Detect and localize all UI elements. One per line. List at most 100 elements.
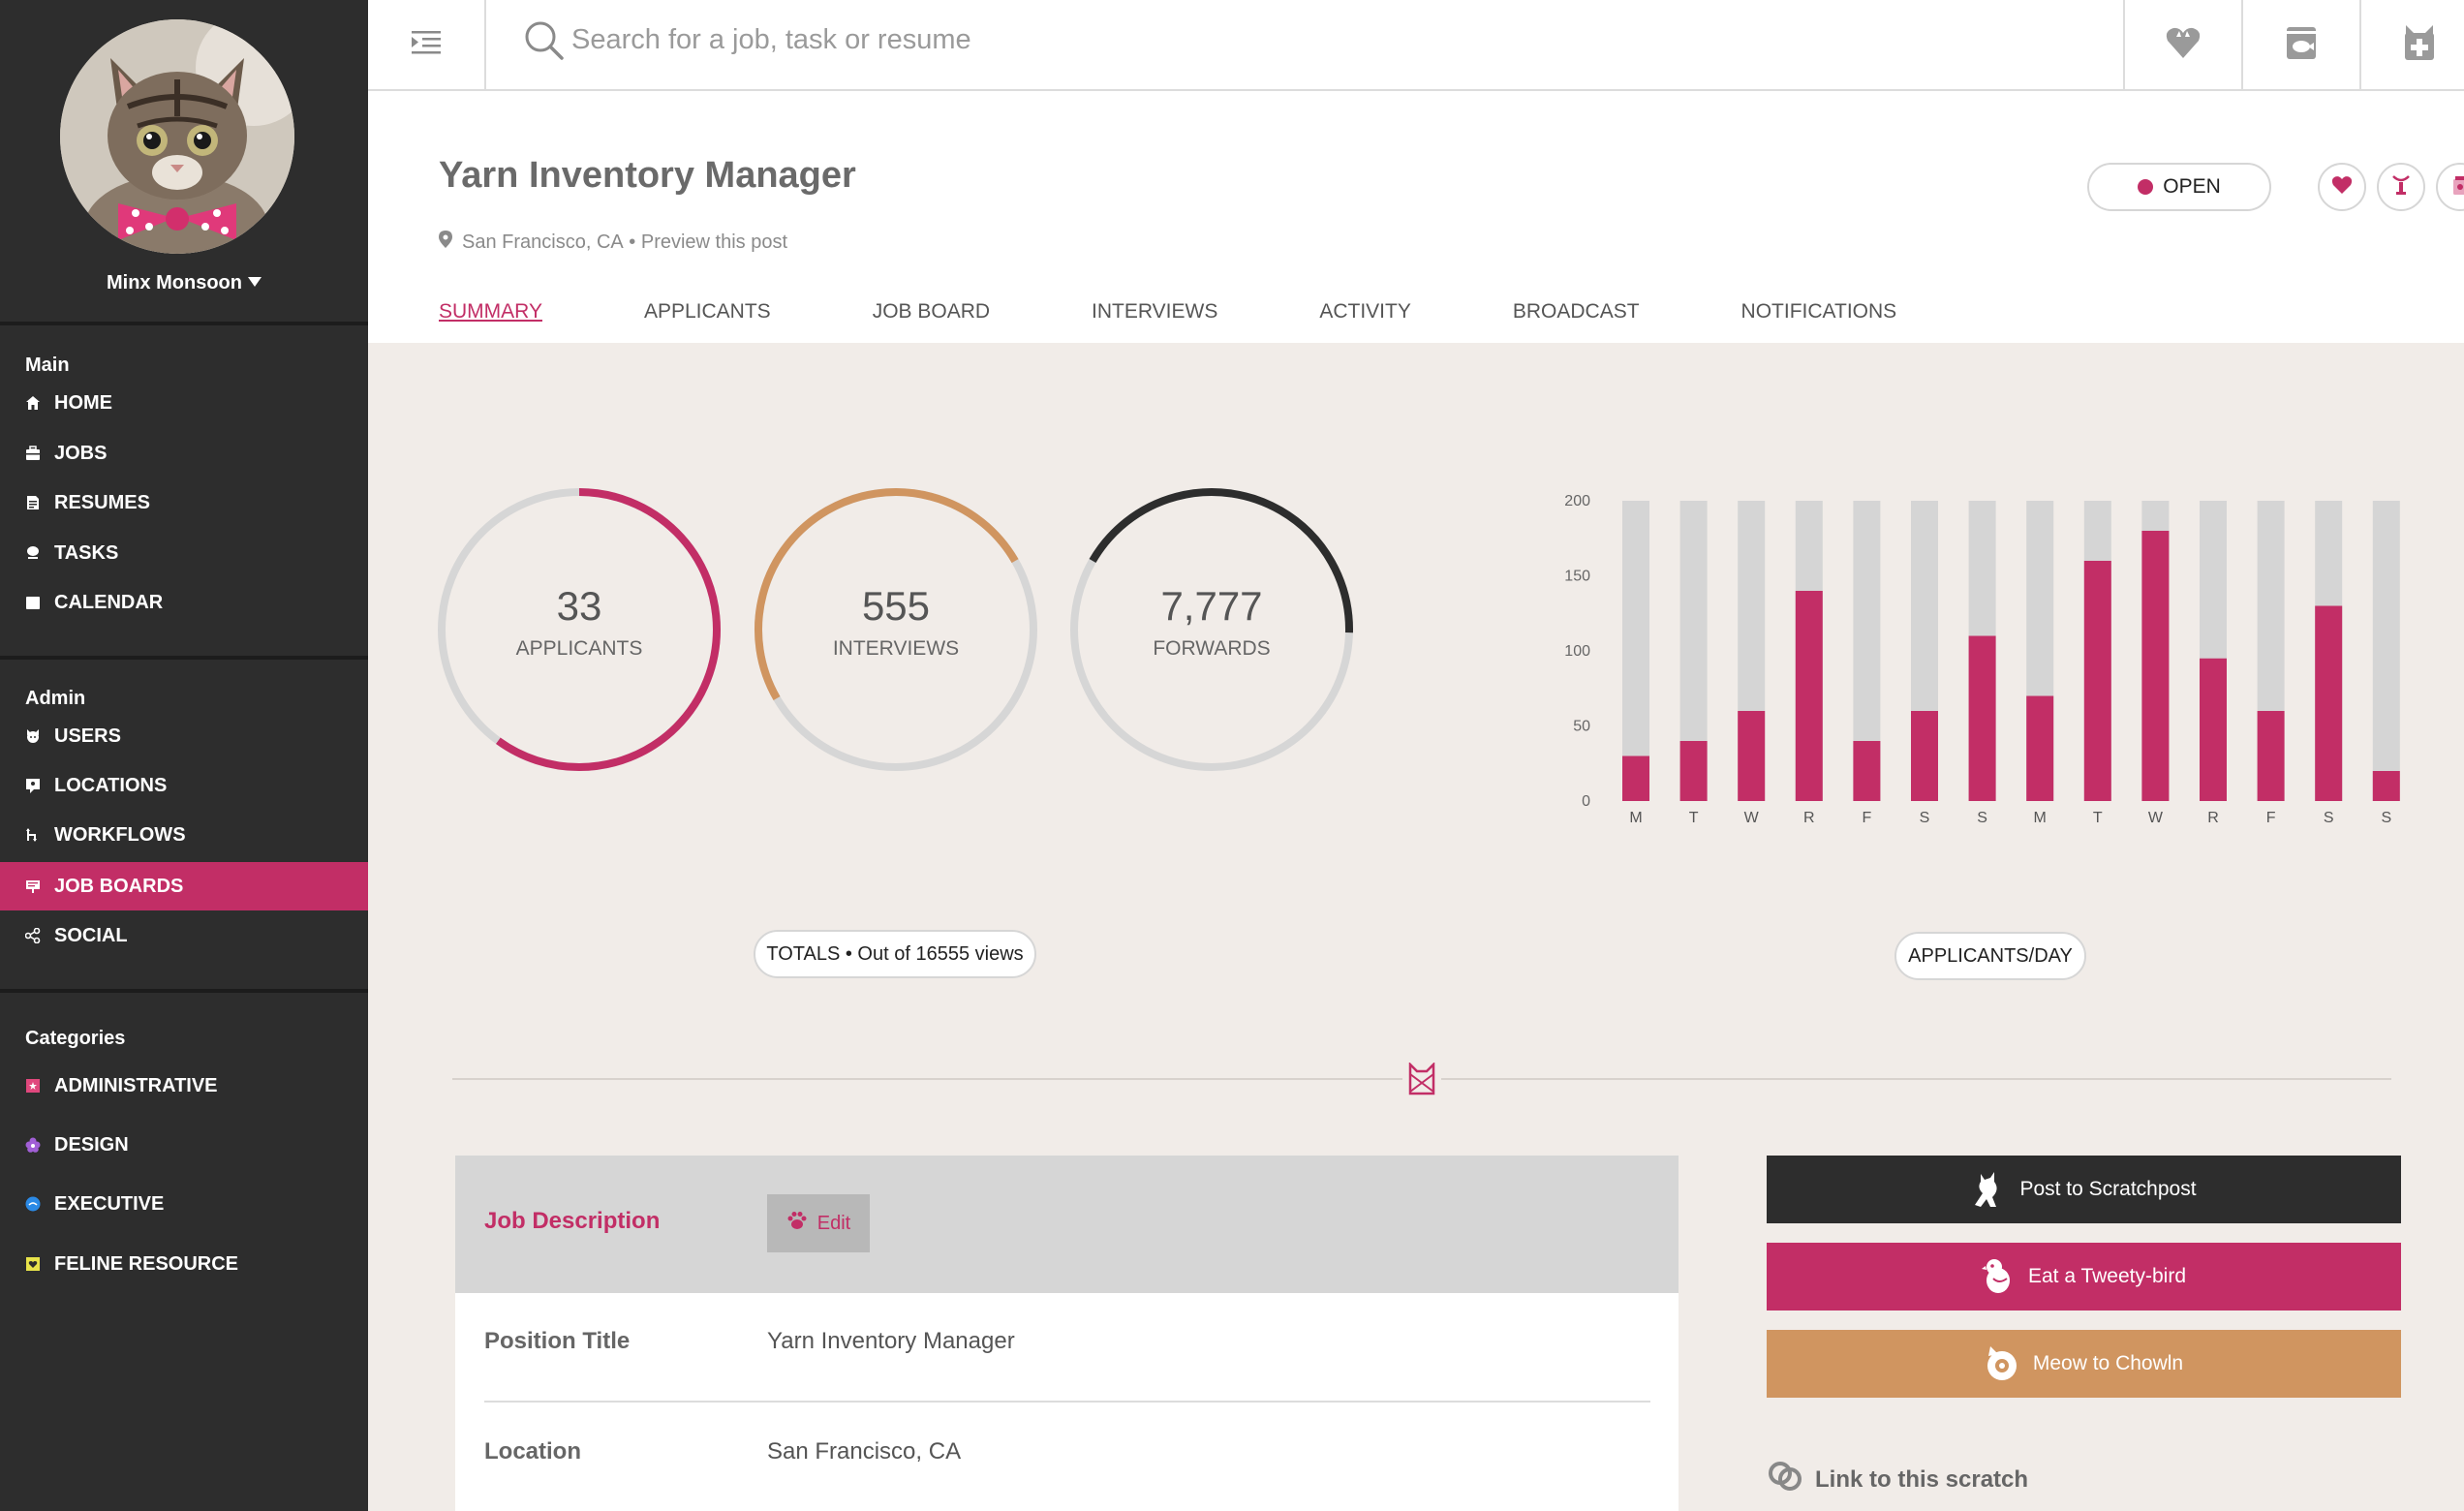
totals-pill[interactable]: TOTALS • Out of 16555 views xyxy=(754,930,1036,978)
nav-section-title-admin: Admin xyxy=(25,688,86,709)
sidebar-item-label: JOBS xyxy=(54,442,108,464)
sidebar-item-label: ADMINISTRATIVE xyxy=(54,1074,218,1096)
sidebar-item-label: FELINE RESOURCE xyxy=(54,1252,239,1275)
profile-panel: Minx Monsoon xyxy=(0,0,368,325)
user-name: Minx Monsoon xyxy=(107,272,242,293)
x-tick-label: W xyxy=(1744,810,1760,826)
share-label: Meow to Chowln xyxy=(2032,1352,2184,1374)
sidebar-item-label: CALENDAR xyxy=(54,591,164,613)
x-tick-label: S xyxy=(1977,810,1987,826)
cat-heart-icon xyxy=(2164,23,2202,67)
sidebar-item-design[interactable]: DESIGN xyxy=(0,1121,368,1169)
sidebar-item-tasks[interactable]: TASKS xyxy=(0,529,368,577)
add-cat-button[interactable] xyxy=(2359,0,2464,89)
bar-track xyxy=(2372,501,2400,801)
share-label: Eat a Tweety-bird xyxy=(2027,1265,2187,1287)
search-icon[interactable] xyxy=(523,19,566,62)
bar[interactable] xyxy=(1622,756,1649,802)
tab-interviews[interactable]: INTERVIEWS xyxy=(1092,300,1217,324)
bar[interactable] xyxy=(2372,771,2400,801)
tab-summary[interactable]: SUMMARY xyxy=(439,300,542,324)
tab-job-board[interactable]: JOB BOARD xyxy=(873,300,990,324)
chart-pill[interactable]: APPLICANTS/DAY xyxy=(1894,932,2086,980)
sidebar-item-label: HOME xyxy=(54,391,112,414)
sidebar-item-calendar[interactable]: CALENDAR xyxy=(0,578,368,627)
sidebar-item-users[interactable]: USERS xyxy=(0,712,368,760)
sidebar-item-locations[interactable]: LOCATIONS xyxy=(0,761,368,810)
eat-tweety-bird-button[interactable]: Eat a Tweety-bird xyxy=(1767,1243,2401,1311)
bar[interactable] xyxy=(1679,741,1708,801)
bar[interactable] xyxy=(1968,635,1996,802)
search-input[interactable] xyxy=(571,17,1879,62)
sidebar-item-feline-resource[interactable]: FELINE RESOURCE xyxy=(0,1240,368,1288)
page-title: Yarn Inventory Manager xyxy=(439,155,856,196)
x-tick-label: S xyxy=(2381,810,2391,826)
bar[interactable] xyxy=(1911,711,1938,801)
bar[interactable] xyxy=(2026,695,2054,802)
bar[interactable] xyxy=(2257,711,2285,801)
meow-to-chowln-button[interactable]: Meow to Chowln xyxy=(1767,1330,2401,1398)
tab-broadcast[interactable]: BROADCAST xyxy=(1513,300,1640,324)
tab-activity[interactable]: ACTIVITY xyxy=(1319,300,1411,324)
food-button[interactable] xyxy=(2436,163,2464,211)
stat-label: INTERVIEWS xyxy=(832,637,960,660)
favorites-button[interactable] xyxy=(2123,0,2241,89)
bar[interactable] xyxy=(2315,605,2343,802)
x-tick-label: R xyxy=(2207,810,2219,826)
tab-notifications[interactable]: NOTIFICATIONS xyxy=(1741,300,1897,324)
yarn-button[interactable] xyxy=(2377,163,2425,211)
sidebar-item-resumes[interactable]: RESUMES xyxy=(0,478,368,527)
bird-icon xyxy=(1981,1257,2015,1296)
job-description-title: Job Description xyxy=(484,1208,661,1234)
briefcase-icon xyxy=(25,446,41,461)
like-button[interactable] xyxy=(2318,163,2366,211)
link-label: Link to this scratch xyxy=(1815,1465,2029,1493)
avatar[interactable] xyxy=(60,19,294,254)
sidebar-item-job-boards[interactable]: JOB BOARDS xyxy=(0,862,368,910)
bar[interactable] xyxy=(1738,711,1766,801)
sidebar-item-home[interactable]: HOME xyxy=(0,379,368,427)
heart-icon xyxy=(2331,175,2353,200)
sidebar-item-label: RESUMES xyxy=(54,491,150,513)
cat-face-icon xyxy=(25,728,41,744)
bar[interactable] xyxy=(1853,741,1881,801)
job-description-panel: Job Description Edit Position Title Yarn… xyxy=(455,1156,1679,1511)
board-icon xyxy=(25,879,41,894)
status-badge[interactable]: OPEN xyxy=(2087,163,2271,211)
preview-post-link[interactable]: Preview this post xyxy=(641,231,787,254)
bar[interactable] xyxy=(2141,531,2170,801)
bar[interactable] xyxy=(2200,658,2227,801)
stat-ring-graphic xyxy=(438,488,721,771)
x-tick-label: F xyxy=(2266,810,2276,826)
y-tick-label: 100 xyxy=(1564,643,1590,660)
paw-icon xyxy=(786,1210,808,1237)
y-tick-label: 200 xyxy=(1564,493,1590,509)
sidebar-item-jobs[interactable]: JOBS xyxy=(0,429,368,478)
sidebar-toggle-button[interactable] xyxy=(368,0,486,89)
sidebar-divider xyxy=(0,656,368,660)
status-dot-icon xyxy=(2138,179,2154,195)
user-menu-toggle[interactable]: Minx Monsoon xyxy=(0,272,368,294)
sidebar-item-executive[interactable]: EXECUTIVE xyxy=(0,1180,368,1228)
indent-menu-icon xyxy=(412,30,441,60)
sidebar-item-administrative[interactable]: ADMINISTRATIVE xyxy=(0,1062,368,1110)
post-to-scratchpost-button[interactable]: Post to Scratchpost xyxy=(1767,1156,2401,1223)
share-label: Post to Scratchpost xyxy=(2019,1178,2197,1200)
edit-button[interactable]: Edit xyxy=(767,1194,870,1252)
mouse-toy-icon xyxy=(2390,174,2412,200)
sidebar-item-social[interactable]: SOCIAL xyxy=(0,911,368,960)
sidebar-item-label: WORKFLOWS xyxy=(54,823,186,846)
tab-applicants[interactable]: APPLICANTS xyxy=(644,300,771,324)
bar[interactable] xyxy=(1795,591,1823,801)
stat-value: 7,777 xyxy=(1160,583,1263,629)
link-to-scratch[interactable]: Link to this scratch xyxy=(1767,1458,2028,1501)
job-location: San Francisco, CA xyxy=(462,231,624,253)
link-chain-icon xyxy=(1767,1458,1803,1501)
sidebar-item-workflows[interactable]: WORKFLOWS xyxy=(0,811,368,859)
calendar-icon xyxy=(25,595,41,610)
map-pin-icon xyxy=(439,231,452,254)
applicants-per-day-chart: 0 50 100 150 200 M T W R F S S M T W R F S S xyxy=(1564,493,2400,826)
bar[interactable] xyxy=(2083,561,2111,801)
food-can-button[interactable] xyxy=(2241,0,2359,89)
flower-purple-icon xyxy=(25,1137,41,1153)
